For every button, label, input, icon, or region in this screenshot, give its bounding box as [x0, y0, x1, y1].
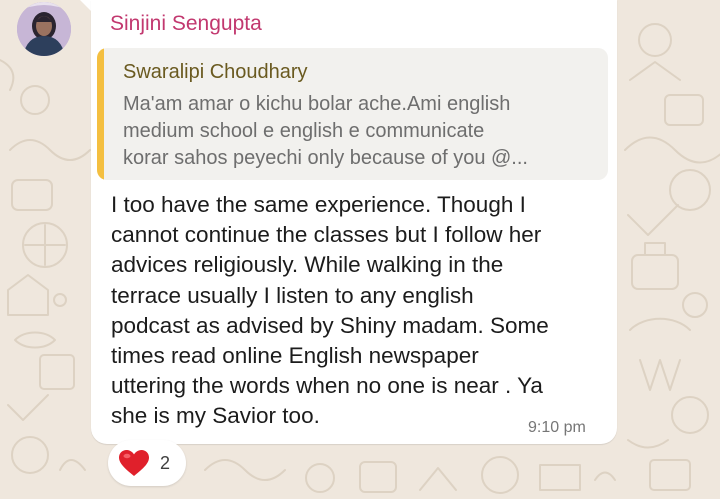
sender-avatar[interactable] [17, 2, 71, 56]
quoted-author: Swaralipi Choudhary [123, 61, 308, 83]
sender-name[interactable]: Sinjini Sengupta [110, 12, 262, 36]
reaction-pill[interactable]: 2 [108, 440, 186, 486]
avatar-photo [17, 2, 71, 56]
message-text: I too have the same experience. Though I… [111, 192, 549, 429]
quote-accent-bar [97, 48, 104, 180]
reaction-count: 2 [160, 453, 171, 473]
quoted-reply[interactable]: Swaralipi Choudhary Ma'am amar o kichu b… [97, 48, 608, 180]
message-timestamp: 9:10 pm [528, 419, 586, 436]
red-heart-icon [119, 450, 149, 476]
quoted-text: Ma'am amar o kichu bolar ache.Ami englis… [123, 93, 528, 169]
